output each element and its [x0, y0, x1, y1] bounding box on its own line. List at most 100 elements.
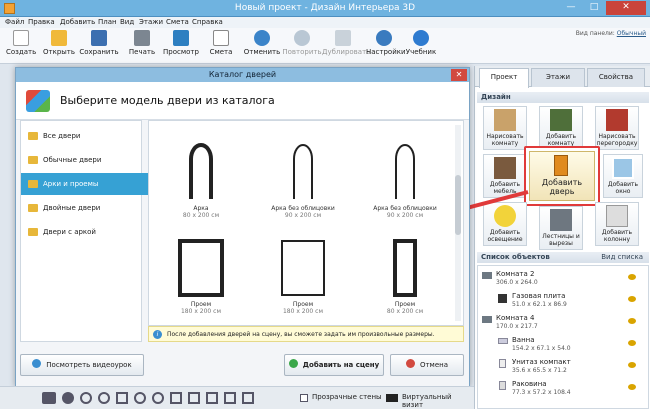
zoom-out-icon[interactable] — [98, 392, 110, 404]
folder-icon — [28, 156, 38, 164]
arch-thumbnail — [189, 143, 213, 199]
room-icon — [482, 272, 492, 279]
add-window-button[interactable]: Добавить окно — [603, 154, 643, 198]
panel-view-link[interactable]: Обычный — [617, 30, 646, 37]
eye-icon[interactable] — [628, 318, 636, 324]
print-button[interactable]: Печать — [126, 30, 158, 62]
eye-icon[interactable] — [628, 340, 636, 346]
category-regular-doors[interactable]: Обычные двери — [21, 149, 143, 171]
arrow-down-icon[interactable] — [188, 392, 200, 404]
right-panel: Проект Этажи Свойства Дизайн Нарисовать … — [474, 66, 650, 409]
cancel-icon — [405, 359, 415, 368]
view-list-button[interactable]: Вид списка — [601, 252, 643, 263]
fit-icon[interactable] — [116, 392, 128, 404]
arch-thumbnail — [293, 144, 313, 199]
bottom-toolbar: Прозрачные стены Виртуальный визит — [0, 386, 474, 409]
virtual-visit-button[interactable]: Виртуальный визит — [402, 393, 474, 409]
tab-properties[interactable]: Свойства — [587, 68, 645, 87]
duplicate-icon — [335, 30, 351, 46]
category-double-doors[interactable]: Двойные двери — [21, 197, 143, 219]
add-room-button[interactable]: Добавить комнату — [539, 106, 583, 150]
create-button[interactable]: Создать — [6, 30, 36, 62]
eye-icon[interactable] — [628, 384, 636, 390]
door-item[interactable]: Проем 180 x 200 см — [253, 237, 353, 315]
walk-icon[interactable] — [224, 392, 236, 404]
info-icon: i — [153, 330, 162, 339]
rotate-left-icon[interactable] — [134, 392, 146, 404]
eye-icon[interactable] — [628, 274, 636, 280]
menu-file[interactable]: Файл — [5, 18, 24, 26]
tab-project[interactable]: Проект — [479, 68, 529, 88]
list-item[interactable]: Комната 4 170.0 x 217.7 — [496, 314, 538, 331]
duplicate-button[interactable]: Дублировать — [322, 30, 370, 62]
close-button[interactable]: ✕ — [606, 1, 646, 15]
menu-view[interactable]: Вид — [120, 18, 134, 26]
minimize-button[interactable]: — — [560, 1, 582, 15]
hand-icon[interactable] — [62, 392, 74, 404]
menu-add[interactable]: Добавить — [60, 18, 95, 26]
scrollbar-thumb[interactable] — [455, 175, 461, 235]
dialog-close-button[interactable]: ✕ — [451, 69, 467, 81]
room-icon — [550, 109, 572, 131]
door-item[interactable]: Арка без облицовки 90 x 200 см — [355, 135, 455, 219]
stairs-button[interactable]: Лестницы и вырезы — [539, 206, 583, 250]
view-360-icon[interactable] — [42, 392, 56, 404]
stairs-icon — [550, 209, 572, 231]
help-icon — [413, 30, 429, 46]
door-item[interactable]: Проем 180 x 200 см — [151, 237, 251, 315]
door-item[interactable]: Проем 80 x 200 см — [355, 237, 455, 315]
transparent-walls-label: Прозрачные стены — [312, 393, 382, 401]
maximize-button[interactable]: □ — [583, 1, 605, 15]
list-item[interactable]: Газовая плита 51.0 x 62.1 x 86.9 — [512, 292, 567, 309]
tab-floors[interactable]: Этажи — [531, 68, 585, 87]
add-to-scene-button[interactable]: Добавить на сцену — [284, 354, 384, 376]
objects-section-title: Список объектов Вид списка — [477, 252, 649, 263]
door-item[interactable]: Арка 80 x 200 см — [151, 135, 251, 219]
stove-icon — [498, 294, 507, 303]
transparent-walls-checkbox[interactable] — [300, 394, 308, 402]
door-catalog-dialog: Каталог дверей ✕ Выберите модель двери и… — [15, 67, 470, 387]
category-arched-doors[interactable]: Двери с аркой — [21, 221, 143, 243]
category-arches[interactable]: Арки и проемы — [21, 173, 157, 195]
arrow-up-icon[interactable] — [170, 392, 182, 404]
list-item[interactable]: Раковина 77.3 x 57.2 x 108.4 — [512, 380, 571, 397]
printer-icon — [134, 30, 150, 46]
panel-tabs: Проект Этажи Свойства — [475, 66, 650, 88]
save-button[interactable]: Сохранить — [78, 30, 120, 62]
open-button[interactable]: Открыть — [42, 30, 76, 62]
redo-button[interactable]: Повторить — [282, 30, 322, 62]
rotate-right-icon[interactable] — [152, 392, 164, 404]
watch-video-button[interactable]: Посмотреть видеоурок — [20, 354, 144, 376]
menu-estimate[interactable]: Смета — [166, 18, 189, 26]
list-item[interactable]: Ванна 154.2 x 67.1 x 54.0 — [512, 336, 571, 353]
door-item[interactable]: Арка без облицовки 90 x 200 см — [253, 135, 353, 219]
draw-partition-button[interactable]: Нарисовать перегородку — [595, 106, 639, 150]
eye-icon[interactable] — [628, 296, 636, 302]
preview-button[interactable]: Просмотр — [162, 30, 200, 62]
settings-icon[interactable] — [242, 392, 254, 404]
tutorial-button[interactable]: Учебник — [404, 30, 438, 62]
column-icon — [606, 205, 628, 227]
undo-button[interactable]: Отменить — [242, 30, 282, 62]
estimate-button[interactable]: Смета — [208, 30, 234, 62]
category-all-doors[interactable]: Все двери — [21, 125, 143, 147]
list-item[interactable]: Комната 2 306.0 x 264.0 — [496, 270, 538, 287]
home-icon[interactable] — [206, 392, 218, 404]
eye-icon[interactable] — [628, 362, 636, 368]
zoom-in-icon[interactable] — [80, 392, 92, 404]
video-icon — [32, 359, 42, 368]
settings-button[interactable]: Настройки — [366, 30, 406, 62]
new-file-icon — [13, 30, 29, 46]
add-door-button[interactable]: Добавить дверь — [529, 151, 595, 201]
add-column-button[interactable]: Добавить колонну — [595, 202, 639, 246]
grid-scrollbar[interactable] — [455, 125, 461, 321]
menu-help[interactable]: Справка — [192, 18, 223, 26]
cancel-button[interactable]: Отмена — [390, 354, 464, 376]
menu-floors[interactable]: Этажи — [139, 18, 163, 26]
menu-edit[interactable]: Правка — [28, 18, 55, 26]
menu-plan[interactable]: План — [98, 18, 117, 26]
list-item[interactable]: Унитаз компакт 35.6 x 65.5 x 71.2 — [512, 358, 571, 375]
brick-wall-icon — [606, 109, 628, 131]
draw-room-button[interactable]: Нарисовать комнату — [483, 106, 527, 150]
sink-icon — [499, 381, 506, 390]
